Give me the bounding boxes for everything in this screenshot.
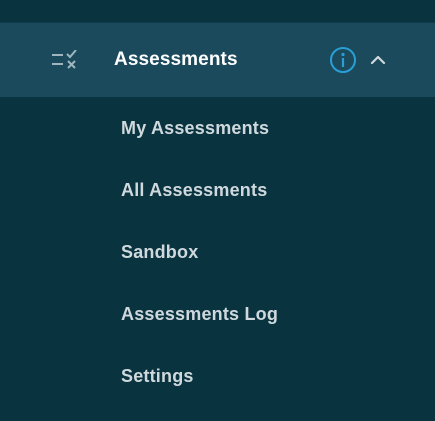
chevron-up-icon[interactable] <box>369 53 387 67</box>
menu-item-label: My Assessments <box>121 118 270 138</box>
menu-item-settings[interactable]: Settings <box>0 345 435 407</box>
menu-item-label: All Assessments <box>121 180 268 200</box>
menu-item-my-assessments[interactable]: My Assessments <box>0 97 435 159</box>
menu-item-sandbox[interactable]: Sandbox <box>0 221 435 283</box>
checklist-icon <box>51 49 81 70</box>
info-icon[interactable] <box>329 46 357 74</box>
assessments-submenu: My Assessments All Assessments Sandbox A… <box>0 97 435 407</box>
previous-nav-item <box>0 0 435 23</box>
sidebar-nav: Assessments My Assessments All Assessmen… <box>0 0 435 421</box>
section-title: Assessments <box>114 49 238 70</box>
menu-item-label: Settings <box>121 366 194 386</box>
menu-item-label: Assessments Log <box>121 304 279 324</box>
menu-item-assessments-log[interactable]: Assessments Log <box>0 283 435 345</box>
menu-item-label: Sandbox <box>121 242 199 262</box>
menu-item-all-assessments[interactable]: All Assessments <box>0 159 435 221</box>
assessments-section-header[interactable]: Assessments <box>0 23 435 97</box>
